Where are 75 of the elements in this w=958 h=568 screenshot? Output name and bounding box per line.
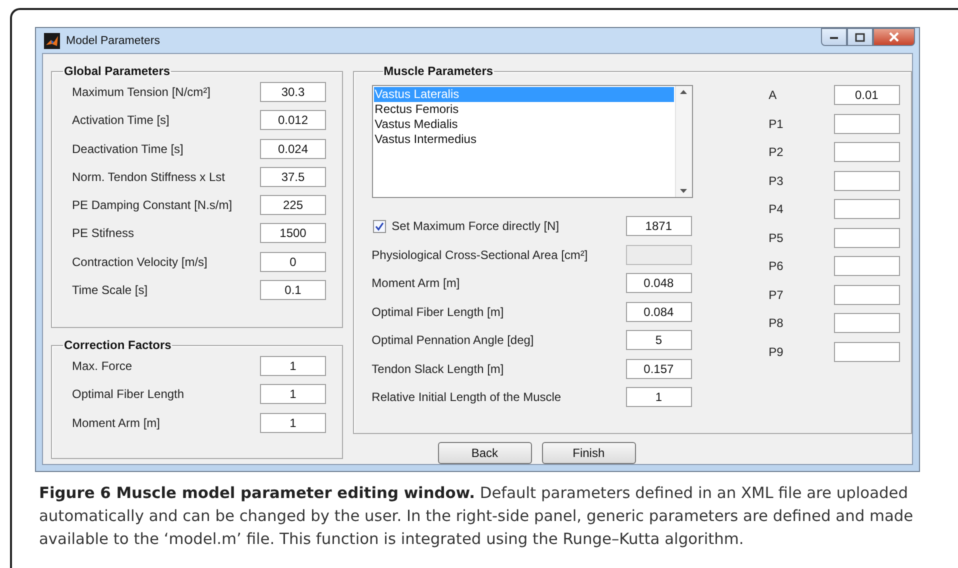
input-field[interactable] (834, 313, 900, 333)
figure-caption: Figure 6 Muscle model parameter editing window. Default parameters defined in an XML file are uploaded automatically and can be changed by the user. In the right-side panel, generic parameters are defined and made available to the ‘model.m’ file. This function is integrated using the Runge–Kutta algorithm. (39, 483, 914, 550)
minimize-button[interactable] (821, 28, 847, 46)
field-label: Contraction Velocity [m/s] (72, 254, 208, 269)
close-button[interactable] (873, 28, 915, 46)
input-field[interactable]: 0.01 (834, 85, 900, 105)
input-field[interactable]: 1500 (260, 223, 326, 244)
minimize-icon (829, 34, 839, 40)
input-field[interactable]: 0.012 (260, 110, 326, 130)
field-label: Norm. Tendon Stiffness x Lst (72, 170, 226, 184)
input-field[interactable]: 0.024 (260, 138, 326, 159)
field-label: P4 (768, 202, 784, 216)
field-label: PE Damping Constant [N.s/m] (72, 198, 234, 212)
input-field[interactable]: 0 (260, 252, 326, 272)
field-label: Optimal Pennation Angle [deg] (372, 333, 535, 347)
field-label: Optimal Fiber Length (72, 387, 186, 402)
input-field[interactable]: 1 (260, 356, 326, 376)
input-field[interactable] (834, 342, 900, 362)
field-label: P6 (768, 259, 784, 273)
input-field[interactable]: 0.048 (626, 273, 692, 293)
input-field[interactable] (834, 114, 900, 134)
list-item[interactable]: Vastus Intermedius (374, 132, 674, 147)
panel-title: Muscle Parameters (382, 64, 494, 78)
panel-title: Global Parameters (63, 64, 172, 78)
close-icon (888, 32, 900, 42)
input-field[interactable]: 0.1 (260, 280, 326, 300)
field-label: Max. Force (72, 359, 134, 373)
field-label: Moment Arm [m] (72, 416, 162, 430)
field-label: Maximum Tension [N/cm²] (72, 85, 212, 99)
input-field[interactable] (834, 228, 900, 248)
field-label: P7 (768, 288, 784, 302)
field-label: Time Scale [s] (72, 283, 149, 298)
field-label: Activation Time [s] (72, 113, 170, 128)
input-field[interactable]: 1 (626, 387, 692, 407)
input-field[interactable]: 30.3 (260, 82, 326, 102)
field-label: PE Stifness (72, 226, 136, 240)
input-field[interactable] (834, 256, 900, 276)
field-label: P9 (768, 344, 784, 358)
field-label: Tendon Slack Length [m] (372, 362, 505, 376)
input-field[interactable]: 37.5 (260, 166, 326, 187)
field-label: Moment Arm [m] (372, 276, 461, 290)
field-label: P1 (768, 116, 784, 130)
input-field[interactable]: 1871 (626, 216, 692, 236)
app-icon (44, 32, 60, 48)
field-label: P8 (768, 316, 784, 330)
panel-title: Correction Factors (63, 338, 172, 352)
field-label: Relative Initial Length of the Muscle (372, 390, 562, 404)
field-label: P5 (768, 230, 784, 244)
input-field[interactable]: 5 (626, 330, 692, 350)
dialog-button[interactable]: Back (438, 442, 532, 464)
maximize-icon (855, 32, 865, 42)
input-field[interactable]: 0.084 (626, 302, 692, 322)
field-label: Optimal Fiber Length [m] (372, 304, 505, 318)
window-title: Model Parameters (66, 34, 160, 46)
input-field[interactable]: 1 (260, 412, 326, 433)
input-field[interactable] (834, 170, 900, 190)
scroll-down-icon[interactable] (680, 189, 688, 193)
dialog-button[interactable]: Finish (542, 442, 636, 464)
field-label: A (768, 88, 778, 102)
maximize-button[interactable] (847, 28, 873, 46)
input-field[interactable] (834, 142, 900, 162)
checkbox[interactable] (372, 220, 386, 232)
list-item[interactable]: Rectus Femoris (374, 102, 674, 117)
field-label: Deactivation Time [s] (72, 142, 184, 156)
field-label: Physiological Cross-Sectional Area [cm²] (372, 248, 589, 262)
input-field[interactable] (834, 199, 900, 219)
checkbox-label: Set Maximum Force directly [N] (392, 219, 560, 233)
input-field[interactable]: 1 (260, 384, 326, 404)
input-field[interactable]: 225 (260, 195, 326, 216)
field-label: P3 (768, 174, 784, 188)
input-field[interactable] (834, 284, 900, 304)
input-field[interactable]: 0.157 (626, 358, 692, 378)
scroll-up-icon[interactable] (680, 90, 688, 94)
list-item[interactable]: Vastus Medialis (374, 117, 674, 132)
field-label: P2 (768, 145, 784, 159)
